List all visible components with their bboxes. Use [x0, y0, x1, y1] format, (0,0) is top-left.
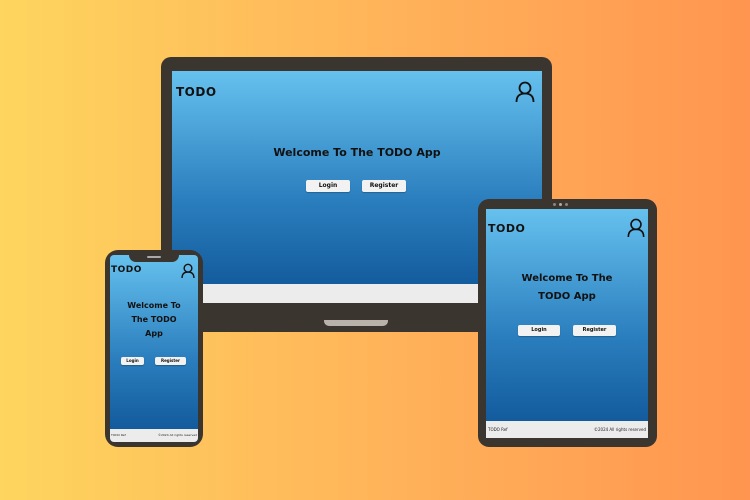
register-button[interactable]: Register [362, 180, 406, 192]
tablet-camera-icon [559, 203, 562, 206]
brand-logo[interactable]: TODO [111, 265, 142, 275]
welcome-heading-line2: The TODO [131, 315, 177, 324]
app-footer: TODO Ref ©2024 All rights reserved [110, 429, 198, 442]
register-button[interactable]: Register [573, 325, 616, 336]
laptop-hinge-notch [324, 320, 388, 326]
footer-copyright: ©2024 All rights reserved [157, 433, 197, 437]
register-button[interactable]: Register [155, 357, 186, 365]
app-footer: TODO Ref ©2024 All rights reserved [486, 421, 648, 438]
welcome-heading-line1: Welcome To The [521, 273, 613, 284]
brand-logo[interactable]: TODO [176, 85, 217, 99]
user-icon[interactable] [515, 81, 535, 103]
login-button[interactable]: Login [121, 357, 144, 365]
footer-left-text: TODO Ref [111, 433, 126, 437]
phone-screen: TODO Welcome To The TODO App Login Regis… [110, 255, 198, 442]
login-button[interactable]: Login [518, 325, 560, 336]
tablet-sensor-dot [565, 203, 568, 206]
brand-logo[interactable]: TODO [488, 222, 525, 235]
user-icon[interactable] [181, 263, 195, 279]
welcome-heading: Welcome To The TODO App [273, 146, 441, 159]
welcome-heading-line1: Welcome To [127, 301, 181, 310]
user-icon[interactable] [627, 218, 645, 238]
footer-left-text: TODO Ref [488, 427, 508, 432]
welcome-heading-line3: App [145, 329, 163, 338]
tablet-sensor-dot [553, 203, 556, 206]
welcome-heading-line2: TODO App [538, 291, 596, 302]
phone-speaker [147, 256, 161, 258]
tablet-screen: TODO Welcome To The TODO App Login Regis… [486, 209, 648, 438]
footer-copyright: ©2024 All rights reserved [593, 427, 646, 432]
login-button[interactable]: Login [306, 180, 350, 192]
